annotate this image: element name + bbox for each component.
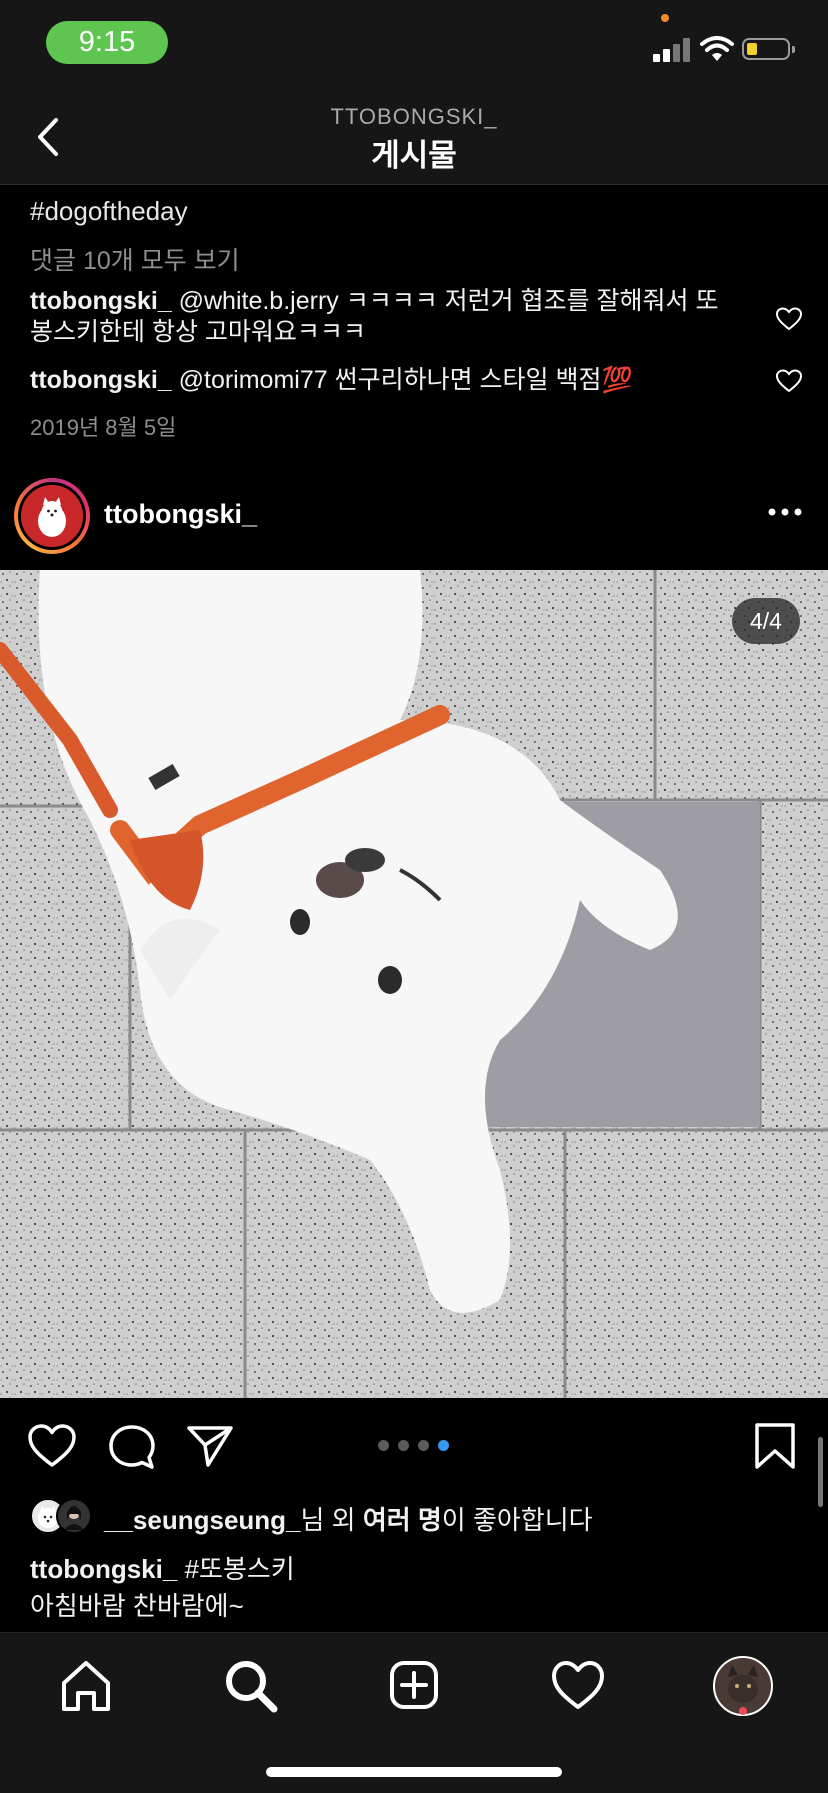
liker-avatar	[56, 1498, 92, 1534]
activity-heart-icon[interactable]	[548, 1655, 608, 1715]
carousel-dot	[418, 1440, 429, 1451]
caption-username[interactable]: ttobongski_	[30, 1554, 177, 1584]
comment-text: @torimomi77 썬구리하나면 스타일 백점💯	[178, 366, 633, 394]
notification-dot	[739, 1707, 747, 1715]
comment-like-heart-icon[interactable]	[776, 307, 802, 331]
nav-header: TTOBONGSKI_ 게시물	[0, 90, 828, 185]
comment-bubble-icon[interactable]	[108, 1424, 156, 1470]
comment-like-heart-icon[interactable]	[776, 369, 802, 393]
bottom-tab-bar	[0, 1632, 828, 1793]
page-title: 게시물	[371, 138, 457, 173]
post-username[interactable]: ttobongski_	[104, 499, 257, 530]
post-action-bar	[0, 1398, 828, 1494]
status-bar: 9:15	[0, 0, 828, 90]
likes-summary[interactable]: __seungseung_님 외 여러 명이 좋아합니다	[30, 1496, 810, 1536]
post-image[interactable]: 4/4	[0, 570, 828, 1398]
carousel-indicator	[378, 1440, 450, 1452]
likes-others-link[interactable]: 여러 명	[363, 1505, 442, 1535]
story-ring[interactable]	[14, 478, 90, 554]
comment-item: ttobongski_ @white.b.jerry ㅋㅋㅋㅋ 저런거 협조를 …	[30, 286, 740, 348]
header-username: TTOBONGSKI_	[330, 104, 498, 129]
privacy-indicator-dot	[661, 14, 669, 22]
caption-hashtag[interactable]: #dogoftheday	[30, 196, 188, 227]
avatar	[21, 485, 83, 547]
liker-username[interactable]: __seungseung_	[104, 1505, 301, 1535]
like-heart-icon[interactable]	[28, 1424, 76, 1468]
post-date: 2019년 8월 5일	[30, 415, 177, 440]
carousel-dot	[398, 1440, 409, 1451]
comment-item: ttobongski_ @torimomi77 썬구리하나면 스타일 백점💯	[30, 365, 740, 396]
more-options-icon[interactable]	[765, 502, 805, 522]
caption-line: 아침바람 찬바람에~	[30, 1591, 244, 1621]
view-all-comments-link[interactable]: 댓글 10개 모두 보기	[30, 241, 240, 277]
likes-text-part: 님 외	[300, 1505, 363, 1535]
likes-text-part: 이 좋아합니다	[441, 1505, 593, 1535]
status-time[interactable]: 9:15	[46, 21, 168, 64]
likes-text: __seungseung_님 외 여러 명이 좋아합니다	[104, 1500, 593, 1537]
caption-hashtag[interactable]: #또봉스키	[185, 1554, 295, 1584]
battery-icon	[742, 38, 795, 60]
home-icon[interactable]	[56, 1655, 116, 1715]
cellular-signal-icon	[653, 38, 691, 62]
home-indicator[interactable]	[266, 1767, 562, 1777]
comment-username[interactable]: ttobongski_	[30, 287, 172, 315]
post-caption: ttobongski_ #또봉스키	[30, 1549, 295, 1586]
post-header: ttobongski_	[0, 472, 828, 570]
wifi-icon	[700, 36, 734, 61]
search-icon[interactable]	[220, 1655, 280, 1715]
carousel-dot-active	[438, 1440, 449, 1451]
comment-username[interactable]: ttobongski_	[30, 366, 172, 394]
new-post-icon[interactable]	[384, 1655, 444, 1715]
share-send-icon[interactable]	[186, 1424, 234, 1468]
image-counter-badge: 4/4	[732, 598, 800, 644]
scrollbar-thumb[interactable]	[818, 1437, 823, 1507]
dog-photo	[0, 570, 828, 1398]
save-bookmark-icon[interactable]	[754, 1422, 796, 1470]
carousel-dot	[378, 1440, 389, 1451]
